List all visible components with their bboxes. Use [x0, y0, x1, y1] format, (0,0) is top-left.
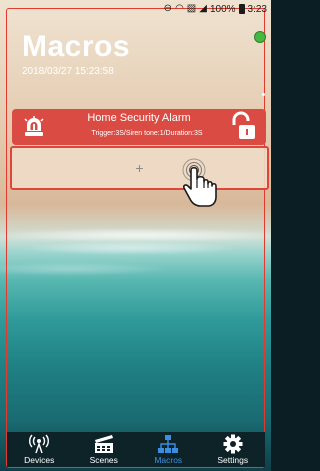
wave-decoration: [0, 228, 271, 242]
nav-item-settings[interactable]: Settings: [201, 432, 266, 467]
nav-item-scenes[interactable]: Scenes: [72, 432, 137, 467]
connection-status-indicator: [254, 31, 266, 43]
nav-label: Scenes: [89, 455, 118, 465]
nav-item-devices[interactable]: Devices: [7, 432, 72, 467]
wave-decoration: [20, 241, 240, 255]
signal-icon: ◢: [199, 3, 207, 14]
page-indicator-dot: [262, 93, 265, 96]
macro-name: Home Security Alarm: [87, 112, 191, 124]
add-macro-button[interactable]: +: [10, 146, 269, 190]
nav-item-macros[interactable]: Macros: [136, 432, 201, 467]
wifi-icon: ◠: [175, 3, 184, 14]
macros-screen: ⊖ ◠ ▧ ◢ 100% 3:23 Macros 2018/03/27 15:2…: [0, 0, 271, 471]
bottom-nav: Devices Scenes Macros Settings: [7, 432, 265, 467]
gear-icon: [223, 434, 243, 454]
tap-gesture-hand-icon: [182, 158, 217, 207]
clock: 3:23: [247, 3, 267, 15]
current-datetime: 2018/03/27 15:23:58: [22, 66, 114, 77]
macro-network-icon: [158, 435, 179, 453]
nav-label: Devices: [24, 455, 55, 465]
status-bar: ⊖ ◠ ▧ ◢ 100% 3:23: [164, 2, 267, 16]
macro-card[interactable]: Home Security Alarm Trigger:3S/Siren ton…: [12, 109, 266, 145]
unlock-icon[interactable]: [230, 111, 256, 143]
no-sim-icon: ▧: [186, 3, 197, 14]
clapperboard-icon: [94, 435, 113, 453]
battery-percent: 100%: [209, 3, 236, 15]
battery-icon: [238, 4, 245, 14]
add-macro-label: +: [135, 160, 144, 176]
nav-label: Macros: [154, 455, 183, 465]
do-not-disturb-icon: ⊖: [163, 3, 173, 14]
siren-icon: [24, 116, 44, 136]
nav-label: Settings: [217, 455, 249, 465]
macro-detail: Trigger:3S/Siren tone:1/Duration:3S: [91, 130, 203, 137]
wave-decoration: [0, 262, 170, 276]
page-title: Macros: [22, 30, 131, 63]
wireless-device-icon: [29, 434, 50, 454]
